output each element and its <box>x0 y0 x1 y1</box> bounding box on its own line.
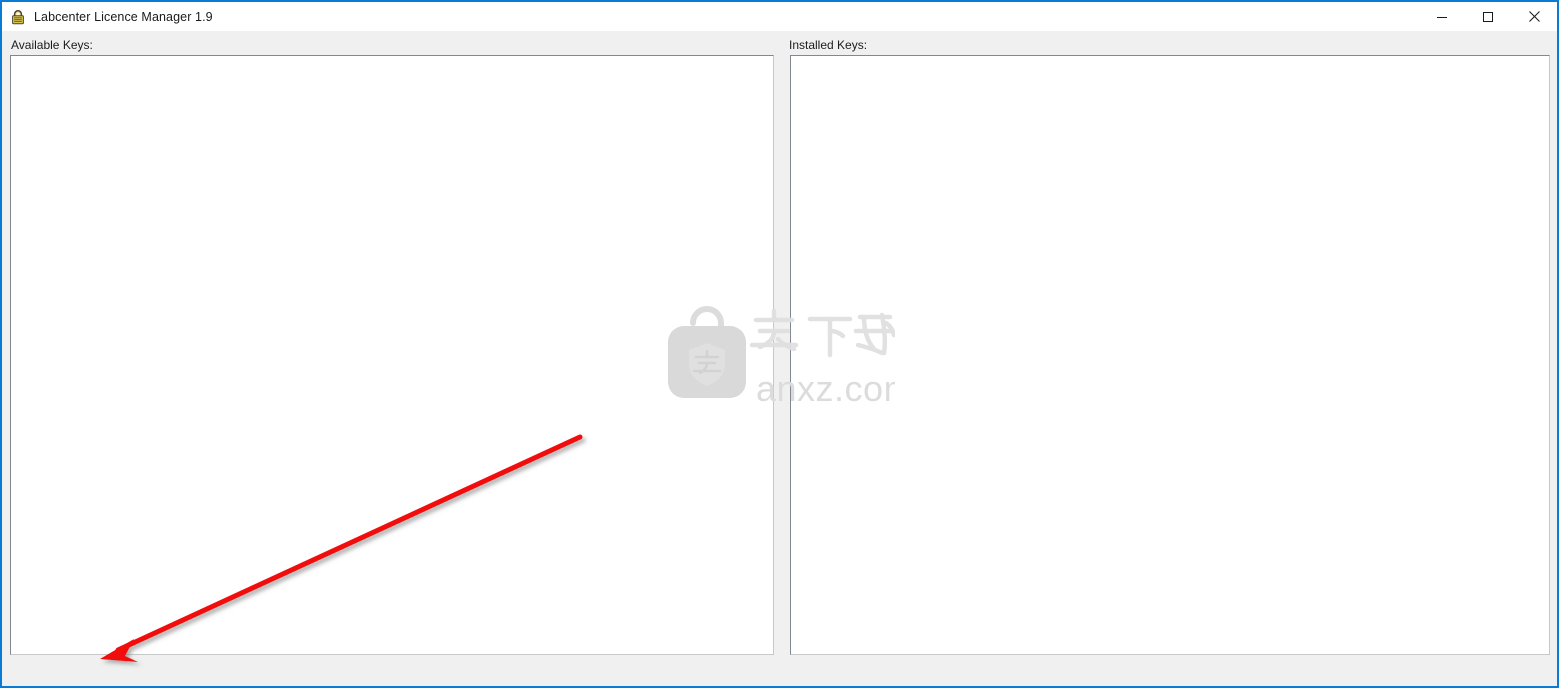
maximize-button[interactable] <box>1465 2 1511 31</box>
title-bar[interactable]: Labcenter Licence Manager 1.9 <box>2 2 1557 31</box>
client-area: Available Keys: Installed Keys: anxz.co <box>2 31 1557 686</box>
close-window-button[interactable] <box>1511 2 1557 31</box>
minimize-button[interactable] <box>1419 2 1465 31</box>
available-keys-label: Available Keys: <box>11 38 93 52</box>
padlock-icon <box>10 9 26 25</box>
button-bar: Browse For Key File Find All Key Files I… <box>2 657 1557 686</box>
window-controls <box>1419 2 1557 31</box>
window-title: Labcenter Licence Manager 1.9 <box>34 9 213 24</box>
installed-keys-label: Installed Keys: <box>789 38 868 52</box>
licence-manager-window: Labcenter Licence Manager 1.9 Available … <box>0 0 1559 688</box>
installed-keys-list[interactable] <box>790 55 1550 655</box>
available-keys-list[interactable] <box>10 55 774 655</box>
